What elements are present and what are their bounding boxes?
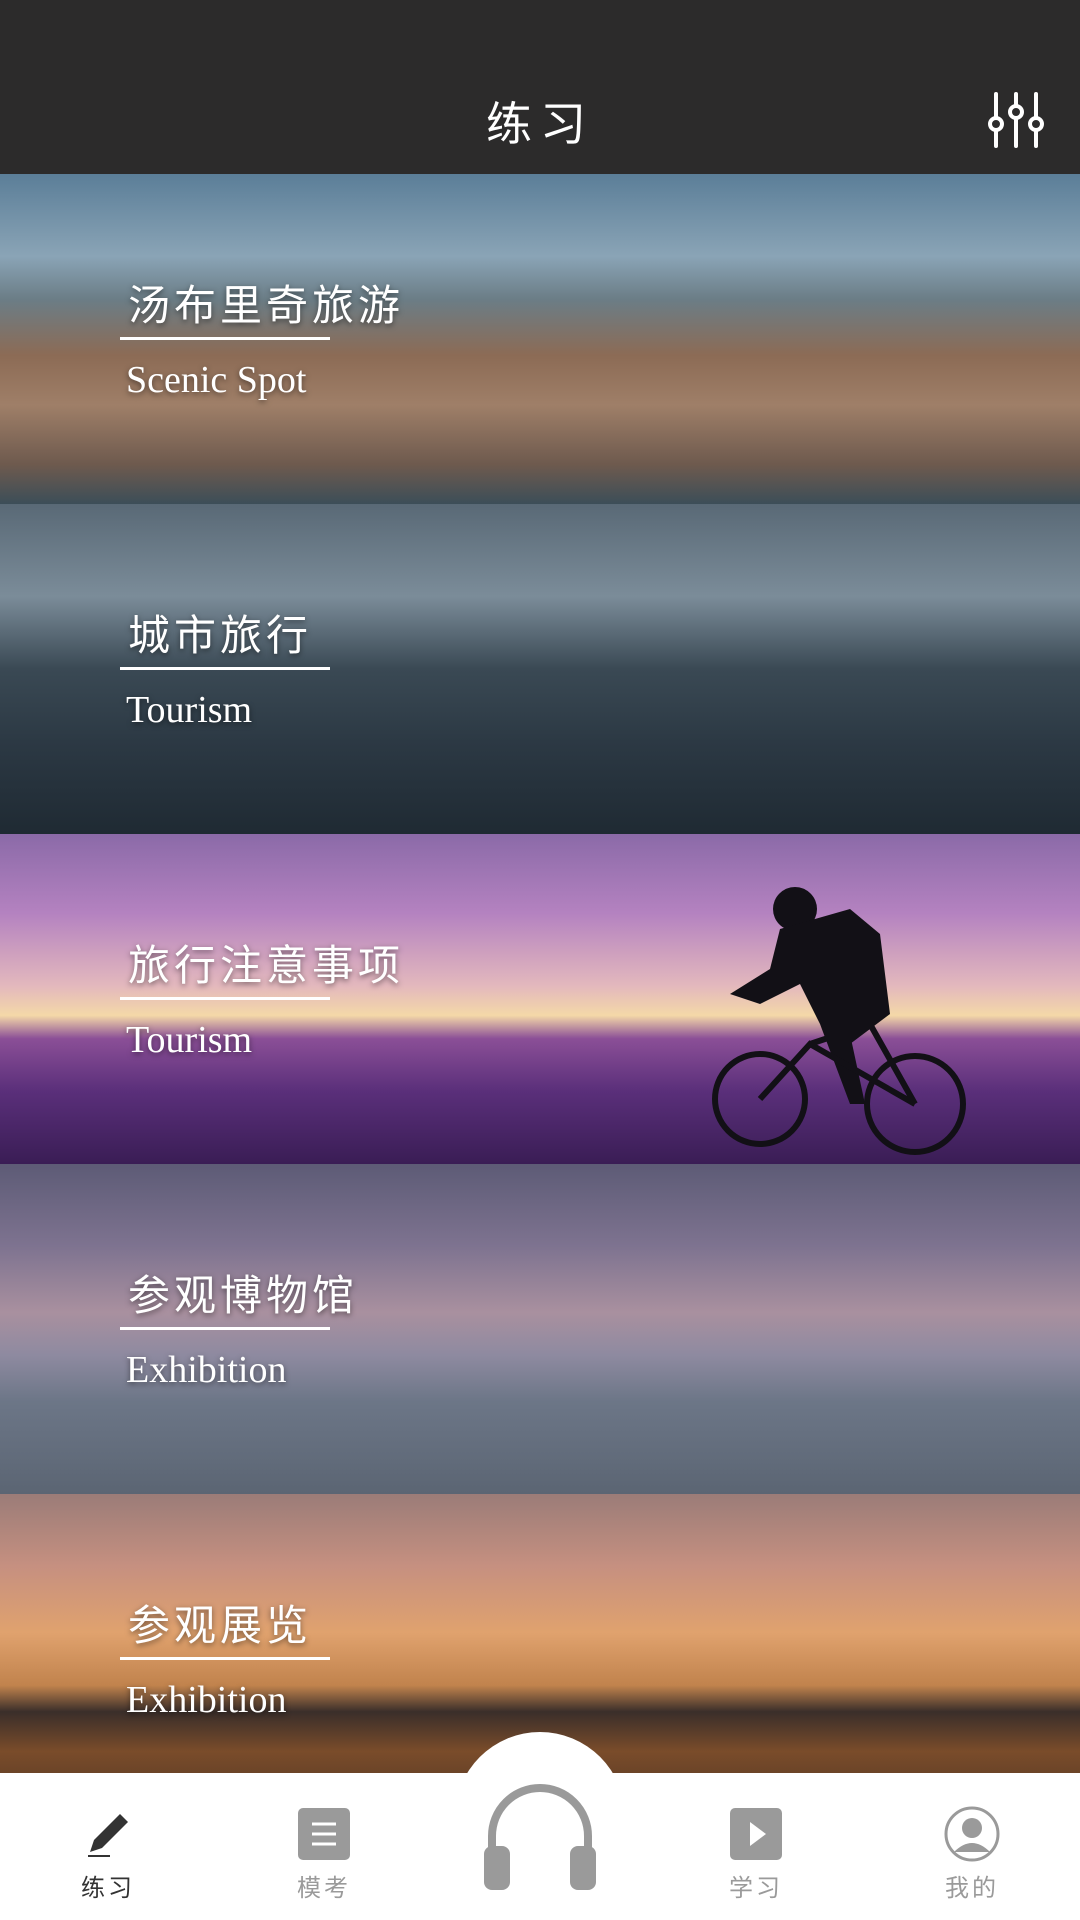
nav-label: 学习	[729, 1874, 783, 1902]
pencil-icon	[88, 1814, 128, 1857]
nav-item-mock-exam[interactable]: 模考	[264, 1806, 384, 1903]
nav-label: 模考	[297, 1874, 351, 1902]
filter-sliders-icon[interactable]	[986, 90, 1046, 150]
card-subtitle: Tourism	[126, 1019, 253, 1061]
nav-item-practice[interactable]: 练习	[48, 1806, 168, 1903]
card-subtitle: Tourism	[126, 689, 253, 731]
nav-item-study[interactable]: 学习	[696, 1806, 816, 1903]
card-divider	[120, 997, 330, 1000]
topic-card-scenic-spot[interactable]: 汤布里奇旅游 Scenic Spot	[0, 174, 1080, 504]
card-divider	[120, 1327, 330, 1330]
nav-label: 练习	[81, 1874, 135, 1902]
card-title: 城市旅行	[128, 611, 313, 660]
page-title: 练习	[486, 97, 594, 151]
topic-card-museum[interactable]: 参观博物馆 Exhibition	[0, 1164, 1080, 1494]
document-icon	[298, 1808, 350, 1860]
card-title: 汤布里奇旅游	[128, 281, 405, 330]
card-title: 参观博物馆	[128, 1271, 359, 1320]
user-icon	[944, 1806, 1000, 1862]
card-divider	[120, 1657, 330, 1660]
top-bar: 练习	[0, 0, 1080, 174]
nav-label: 我的	[945, 1874, 999, 1902]
card-subtitle: Exhibition	[126, 1679, 287, 1721]
topic-card-city-travel[interactable]: 城市旅行 Tourism	[0, 504, 1080, 834]
card-title: 旅行注意事项	[128, 941, 405, 990]
card-subtitle: Scenic Spot	[126, 359, 307, 401]
card-divider	[120, 337, 330, 340]
cyclist-silhouette	[712, 887, 966, 1155]
nav-item-profile[interactable]: 我的	[912, 1806, 1032, 1903]
card-title: 参观展览	[128, 1601, 313, 1650]
topic-list: 汤布里奇旅游 Scenic Spot 城市旅行 Tourism 旅行注意事项 T…	[0, 174, 1080, 1824]
headphones-icon[interactable]	[480, 1776, 600, 1896]
card-divider	[120, 667, 330, 670]
card-subtitle: Exhibition	[126, 1349, 287, 1391]
play-icon	[730, 1808, 782, 1860]
topic-card-travel-notes[interactable]: 旅行注意事项 Tourism	[0, 834, 1080, 1164]
